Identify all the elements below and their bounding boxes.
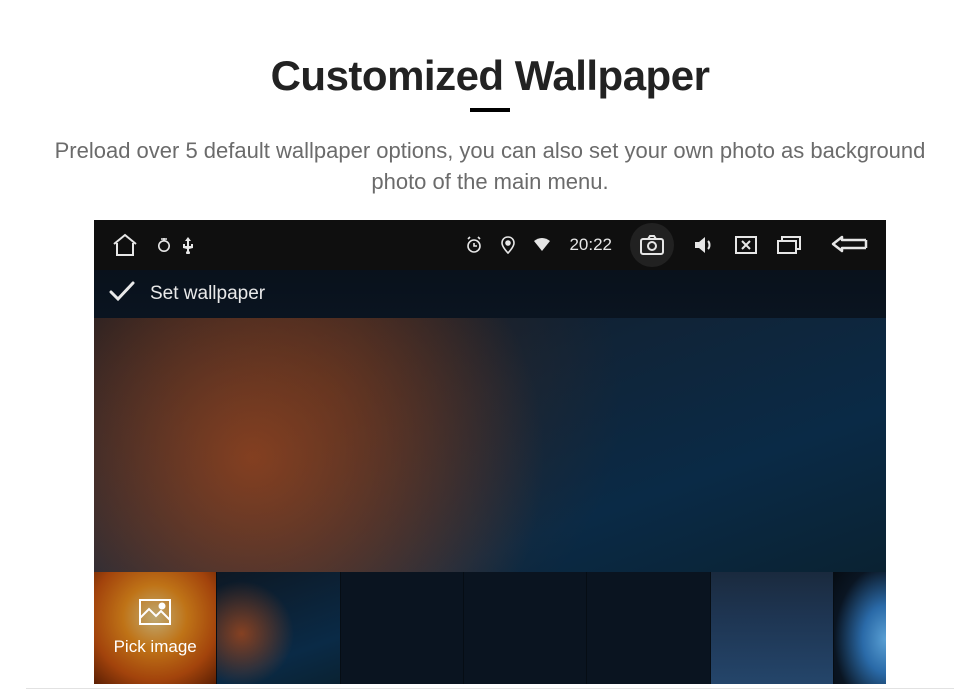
camera-icon[interactable] [630,223,674,267]
pick-image-button[interactable]: Pick image [94,572,217,684]
pick-image-label: Pick image [114,637,197,657]
wallpaper-thumb[interactable] [217,572,340,684]
wallpaper-thumb[interactable] [834,572,886,684]
status-bar: 20:22 [94,220,886,270]
page-subtitle: Preload over 5 default wallpaper options… [0,112,980,198]
usb-icon [182,236,194,254]
wallpaper-preview [94,318,886,572]
wallpaper-thumbnail-strip: Pick image [94,572,886,684]
back-icon[interactable] [830,235,870,255]
home-icon[interactable] [110,232,140,258]
power-timer-icon [156,237,172,253]
location-icon [501,236,515,254]
alarm-icon [465,236,483,254]
volume-icon[interactable] [692,235,716,255]
recent-apps-icon[interactable] [776,235,802,255]
page-title: Customized Wallpaper [0,0,980,100]
wallpaper-thumb[interactable] [341,572,464,684]
image-placeholder-icon [138,598,172,631]
confirm-check-icon[interactable] [108,280,136,308]
screen-title-label: Set wallpaper [150,283,265,305]
wallpaper-thumb[interactable] [587,572,710,684]
wallpaper-thumb[interactable] [711,572,834,684]
screen-title-bar: Set wallpaper [94,270,886,318]
status-time: 20:22 [569,235,612,255]
wallpaper-thumb[interactable] [464,572,587,684]
wifi-icon [533,238,551,252]
device-screenshot: 20:22 [94,220,886,684]
divider [26,688,954,689]
close-window-icon[interactable] [734,235,758,255]
